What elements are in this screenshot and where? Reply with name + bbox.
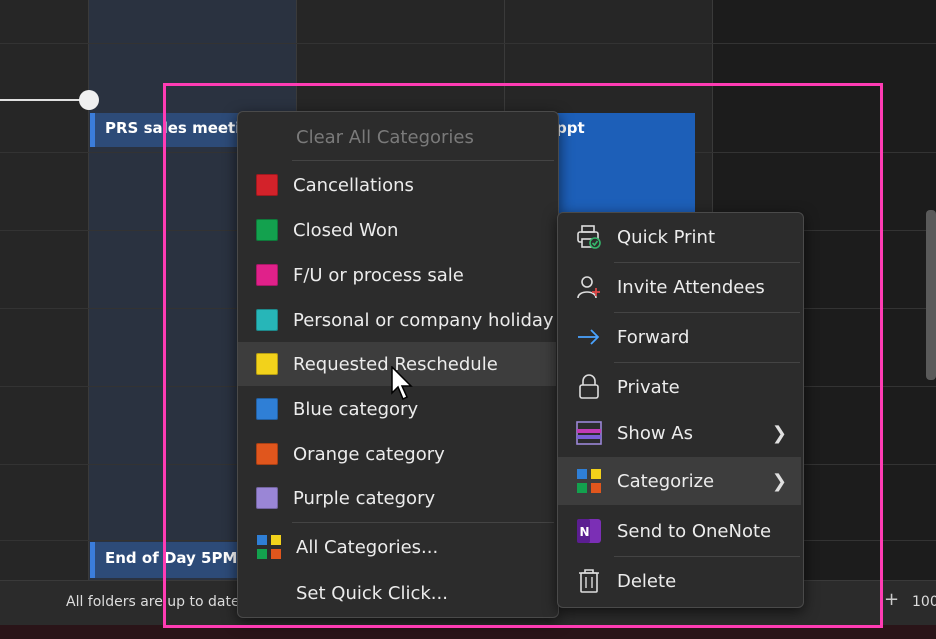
menu-item-label: Closed Won — [293, 219, 399, 241]
show-as-icon — [576, 421, 602, 445]
invite-attendees-item[interactable]: Invite Attendees — [558, 263, 801, 311]
private-item[interactable]: Private — [558, 363, 801, 411]
add-person-icon — [577, 276, 600, 299]
trash-icon — [579, 569, 599, 593]
vertical-scrollbar[interactable] — [926, 210, 936, 380]
category-item-closed-won[interactable]: Closed Won — [238, 208, 556, 252]
category-item-cancellations[interactable]: Cancellations — [238, 163, 556, 207]
menu-item-label: Private — [617, 376, 680, 398]
forward-item[interactable]: Forward — [558, 313, 801, 361]
menu-separator — [292, 522, 554, 523]
category-color-swatch — [256, 398, 278, 420]
category-grid-icon — [577, 469, 601, 493]
taskbar — [0, 625, 936, 639]
quick-print-item[interactable]: Quick Print — [558, 213, 801, 261]
chevron-right-icon: ❯ — [771, 422, 787, 444]
category-item-personal-holiday[interactable]: Personal or company holiday — [238, 298, 556, 342]
menu-item-label: Orange category — [293, 443, 445, 465]
menu-item-label: Cancellations — [293, 174, 414, 196]
arrow-right-icon — [578, 329, 600, 345]
current-time-dot — [79, 90, 99, 110]
show-as-item[interactable]: Show As ❯ — [558, 409, 801, 457]
mouse-cursor-icon — [391, 366, 413, 401]
menu-item-label: Personal or company holiday — [293, 309, 554, 331]
menu-item-label: Send to OneNote — [617, 520, 772, 542]
menu-item-label: Purple category — [293, 487, 436, 509]
clear-all-categories-item: Clear All Categories — [238, 115, 556, 159]
current-time-line — [0, 99, 90, 101]
menu-item-label: Categorize — [617, 470, 715, 492]
menu-item-label: Show As — [617, 422, 693, 444]
menu-item-label: All Categories... — [296, 536, 439, 558]
category-grid-icon — [257, 535, 281, 559]
sync-status: All folders are up to date. — [66, 594, 245, 610]
category-color-swatch — [256, 219, 278, 241]
printer-icon — [577, 225, 601, 249]
category-item-purple[interactable]: Purple category — [238, 476, 556, 520]
category-color-swatch — [256, 174, 278, 196]
set-quick-click-item[interactable]: Set Quick Click... — [238, 571, 556, 615]
lock-icon — [579, 374, 599, 399]
event-title: End of Day 5PM — [105, 549, 238, 567]
onenote-icon: N — [577, 519, 601, 543]
menu-item-label: Forward — [617, 326, 690, 348]
grid-line — [88, 0, 89, 580]
categorize-item[interactable]: Categorize ❯ — [558, 457, 801, 505]
category-item-orange[interactable]: Orange category — [238, 432, 556, 476]
delete-item[interactable]: Delete — [558, 557, 801, 605]
category-color-swatch — [256, 264, 278, 286]
menu-item-label: Set Quick Click... — [296, 582, 448, 604]
event-appointment[interactable]: ppt — [540, 113, 695, 213]
menu-separator — [292, 160, 554, 161]
zoom-level[interactable]: 100% — [912, 594, 936, 610]
category-color-swatch — [256, 309, 278, 331]
appointment-context-menu: Quick Print Invite Attendees Forward Pri… — [557, 212, 804, 608]
menu-item-label: Invite Attendees — [617, 276, 765, 298]
menu-item-label: F/U or process sale — [293, 264, 464, 286]
category-color-swatch — [256, 443, 278, 465]
menu-item-label: Quick Print — [617, 226, 716, 248]
event-title: ppt — [556, 119, 585, 137]
svg-text:N: N — [580, 525, 590, 539]
category-item-fu-process-sale[interactable]: F/U or process sale — [238, 253, 556, 297]
categorize-submenu: Clear All Categories Cancellations Close… — [237, 111, 559, 618]
chevron-right-icon: ❯ — [771, 470, 787, 492]
category-color-swatch — [256, 487, 278, 509]
grid-line — [0, 43, 936, 44]
category-color-swatch — [256, 353, 278, 375]
zoom-in-button[interactable]: + — [884, 589, 899, 610]
menu-item-label: Delete — [617, 570, 677, 592]
all-categories-item[interactable]: All Categories... — [238, 525, 556, 569]
send-to-onenote-item[interactable]: N Send to OneNote — [558, 507, 801, 555]
menu-item-label: Clear All Categories — [296, 126, 474, 148]
